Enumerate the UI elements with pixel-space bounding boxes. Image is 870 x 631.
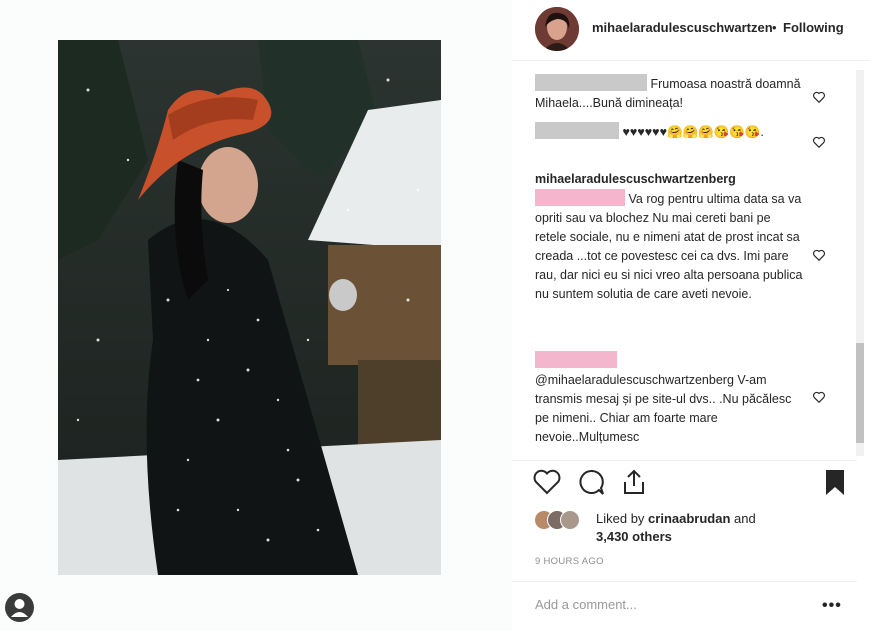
comment-like-heart-icon[interactable] [812,248,826,262]
more-options-button[interactable]: ••• [822,597,842,615]
heart-icon[interactable] [532,467,562,497]
comment-author[interactable]: mihaelaradulescuschwartzenberg [535,170,805,189]
comment-text: Va rog pentru ultima data sa va opriti s… [535,192,803,301]
liker-avatar[interactable] [560,510,580,530]
likes-others[interactable]: 3,430 others [596,529,672,544]
bookmark-icon[interactable] [820,467,850,497]
comment-item: Frumoasa noastră doamnă Mihaela....Bună … [535,74,805,113]
likes-prefix: Liked by [596,511,645,526]
post-side-panel: mihaelaradulescuschwartzenberg • Followi… [512,0,870,631]
comments-list: Frumoasa noastră doamnă Mihaela....Bună … [512,60,870,460]
comment-text: ♥♥♥♥♥♥🤗🤗🤗😘😘😘. [622,125,764,139]
redacted-username [535,122,619,139]
comment-like-heart-icon[interactable] [812,390,826,404]
follow-separator: • [772,20,777,35]
comment-like-heart-icon[interactable] [812,135,826,149]
comment-item: mihaelaradulescuschwartzenberg Va rog pe… [535,170,805,304]
likes-summary: Liked by crinaabrudan and 3,430 others [534,506,854,546]
liker-username[interactable]: crinaabrudan [648,511,730,526]
post-photo[interactable] [58,40,441,575]
divider [512,581,857,582]
post-header: mihaelaradulescuschwartzenberg • Followi… [512,0,870,61]
redacted-mention [535,189,625,206]
divider [512,460,857,461]
left-pane [0,0,512,631]
author-username[interactable]: mihaelaradulescuschwartzenberg [592,20,772,35]
following-button[interactable]: Following [783,20,849,35]
likes-and: and [734,511,756,526]
action-bar [512,467,870,507]
profile-avatar-button[interactable] [5,593,34,622]
post-timestamp[interactable]: 9 HOURS AGO [535,556,604,567]
comments-scrollbar-thumb[interactable] [856,343,864,443]
add-comment-input[interactable]: Add a comment... [535,597,637,612]
post-photo-image [58,40,441,575]
comment-text: @mihaelaradulescuschwartzenberg V-am tra… [535,373,792,444]
comment-icon[interactable] [576,467,606,497]
author-avatar[interactable] [535,7,579,51]
user-icon [11,599,28,617]
likes-text: Liked by crinaabrudan and 3,430 others [596,510,756,546]
comment-item: ♥♥♥♥♥♥🤗🤗🤗😘😘😘. [535,122,805,142]
share-icon[interactable] [619,467,649,497]
comment-like-heart-icon[interactable] [812,90,826,104]
comment-item: @mihaelaradulescuschwartzenberg V-am tra… [535,351,805,447]
redacted-username [535,351,617,368]
redacted-username [535,74,647,91]
author-avatar-image [535,7,579,51]
